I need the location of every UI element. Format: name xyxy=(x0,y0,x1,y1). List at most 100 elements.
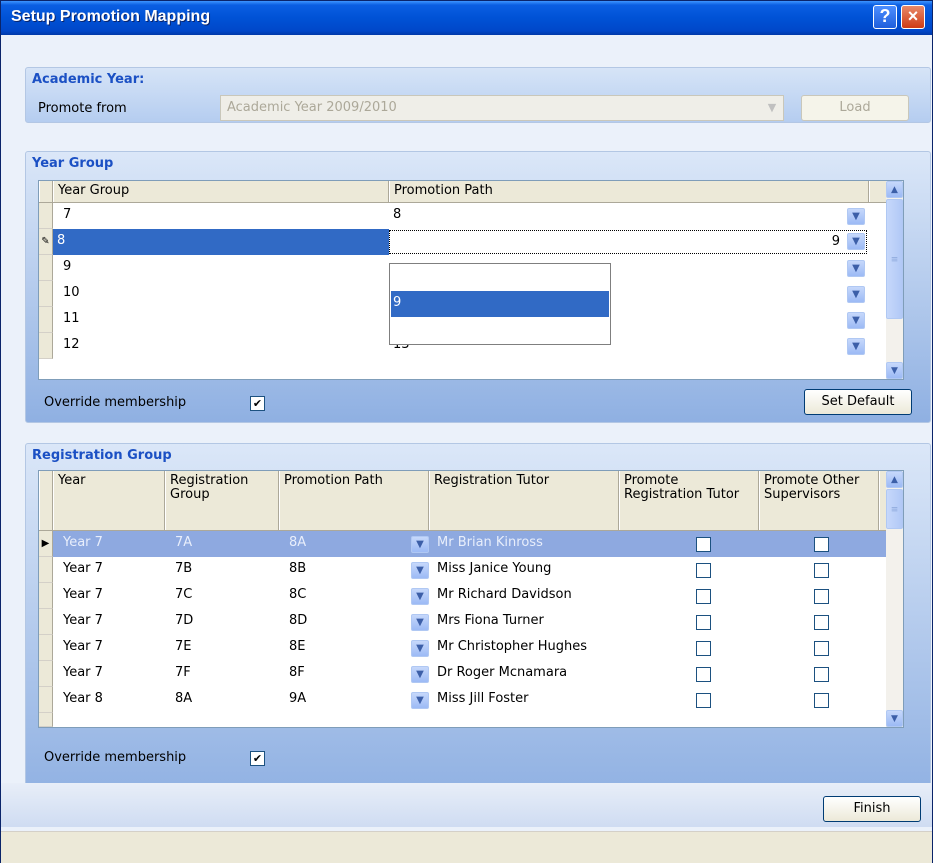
row-selector[interactable] xyxy=(39,635,53,661)
academic-year-panel: Academic Year: Promote from Academic Yea… xyxy=(25,67,931,123)
academic-year-select[interactable]: Academic Year 2009/2010 ▼ xyxy=(220,95,784,121)
promote-registration-tutor-checkbox[interactable] xyxy=(696,589,711,604)
dropdown-option[interactable] xyxy=(391,317,609,343)
column-header-promotion-path[interactable]: Promotion Path xyxy=(279,471,429,530)
row-selector[interactable] xyxy=(39,687,53,713)
promote-other-supervisors-checkbox[interactable] xyxy=(814,537,829,552)
chevron-down-icon[interactable]: ▼ xyxy=(847,208,865,225)
set-default-button[interactable]: Set Default xyxy=(804,389,912,415)
override-membership-checkbox[interactable]: ✔ xyxy=(250,751,265,766)
finish-button[interactable]: Finish xyxy=(823,796,921,822)
column-header-registration-group[interactable]: Registration Group xyxy=(165,471,279,530)
promote-other-supervisors-checkbox[interactable] xyxy=(814,641,829,656)
year-group-row[interactable]: 7 8 ▼ xyxy=(39,203,888,229)
scroll-up-icon[interactable]: ▲ xyxy=(886,181,903,198)
registration-row[interactable]: Year 8 8A 9A ▼ Miss Jill Foster xyxy=(39,687,888,713)
promote-registration-tutor-checkbox[interactable] xyxy=(696,615,711,630)
column-header-promote-registration-tutor[interactable]: Promote Registration Tutor xyxy=(619,471,759,530)
registration-group-scrollbar[interactable]: ▲ ≡ ▼ xyxy=(886,471,903,727)
scroll-thumb[interactable]: ≡ xyxy=(886,489,903,529)
registration-row[interactable]: Year 7 7D 8D ▼ Mrs Fiona Turner xyxy=(39,609,888,635)
promote-registration-tutor-checkbox[interactable] xyxy=(696,537,711,552)
scroll-down-icon[interactable]: ▼ xyxy=(886,710,903,727)
promote-other-supervisors-checkbox[interactable] xyxy=(814,615,829,630)
override-membership-checkbox[interactable]: ✔ xyxy=(250,396,265,411)
row-selector[interactable] xyxy=(39,583,53,609)
setup-promotion-mapping-dialog: Setup Promotion Mapping ? × Academic Yea… xyxy=(0,0,933,863)
row-selector[interactable] xyxy=(39,713,53,727)
promotion-path-cell[interactable]: 8 xyxy=(389,203,405,229)
close-button[interactable]: × xyxy=(901,5,925,29)
chevron-down-icon[interactable]: ▼ xyxy=(847,233,865,250)
year-group-row-selected[interactable]: ✎ 8 9 ▼ xyxy=(39,229,888,255)
year-cell: Year 7 xyxy=(63,613,103,628)
promote-registration-tutor-checkbox[interactable] xyxy=(696,693,711,708)
column-header-year-group[interactable]: Year Group xyxy=(53,181,389,202)
scroll-thumb[interactable]: ≡ xyxy=(886,199,903,319)
promote-registration-tutor-checkbox[interactable] xyxy=(696,641,711,656)
row-selector[interactable] xyxy=(39,281,53,307)
title-bar[interactable]: Setup Promotion Mapping ? × xyxy=(1,1,932,35)
edit-pencil-icon[interactable]: ✎ xyxy=(39,229,53,255)
chevron-down-icon[interactable]: ▼ xyxy=(763,99,781,117)
registration-row[interactable]: Year 7 7F 8F ▼ Dr Roger Mcnamara xyxy=(39,661,888,687)
current-row-arrow-icon[interactable]: ▶ xyxy=(39,531,53,557)
help-button[interactable]: ? xyxy=(873,5,897,29)
promote-registration-tutor-checkbox[interactable] xyxy=(696,667,711,682)
promote-registration-tutor-checkbox[interactable] xyxy=(696,563,711,578)
chevron-down-icon[interactable]: ▼ xyxy=(847,286,865,303)
promotion-path-value: 9 xyxy=(831,234,840,249)
registration-row-selected[interactable]: ▶ Year 7 7A 8A ▼ Mr Brian Kinross xyxy=(39,531,888,557)
load-button[interactable]: Load xyxy=(801,95,909,121)
promotion-path-cell[interactable]: 8F xyxy=(285,661,309,687)
promote-other-supervisors-checkbox[interactable] xyxy=(814,563,829,578)
promotion-path-cell[interactable]: 8E xyxy=(285,635,310,661)
registration-row[interactable]: Year 7 7C 8C ▼ Mr Richard Davidson xyxy=(39,583,888,609)
promotion-path-editor[interactable]: 9 xyxy=(389,230,867,254)
dialog-body: Academic Year: Promote from Academic Yea… xyxy=(1,35,932,863)
row-selector[interactable] xyxy=(39,557,53,583)
year-group-cell: 8 xyxy=(53,229,389,255)
scroll-down-icon[interactable]: ▼ xyxy=(886,362,903,379)
row-selector[interactable] xyxy=(39,333,53,359)
column-header-registration-tutor[interactable]: Registration Tutor xyxy=(429,471,619,530)
promotion-path-cell[interactable]: 8A xyxy=(285,531,310,557)
chevron-down-icon[interactable]: ▼ xyxy=(847,338,865,355)
registration-tutor-cell: Mr Richard Davidson xyxy=(437,587,572,602)
chevron-down-icon[interactable]: ▼ xyxy=(411,562,429,579)
registration-group-cell: 7B xyxy=(175,561,193,576)
chevron-down-icon[interactable]: ▼ xyxy=(411,614,429,631)
row-selector[interactable] xyxy=(39,255,53,281)
dropdown-option-selected[interactable]: 9 xyxy=(391,291,609,317)
chevron-down-icon[interactable]: ▼ xyxy=(847,260,865,277)
promotion-path-cell[interactable]: 9A xyxy=(285,687,310,713)
promote-other-supervisors-checkbox[interactable] xyxy=(814,589,829,604)
chevron-down-icon[interactable]: ▼ xyxy=(411,692,429,709)
row-selector[interactable] xyxy=(39,661,53,687)
registration-row-partial[interactable] xyxy=(39,713,888,727)
year-group-scrollbar[interactable]: ▲ ≡ ▼ xyxy=(886,181,903,379)
registration-row[interactable]: Year 7 7E 8E ▼ Mr Christopher Hughes xyxy=(39,635,888,661)
promotion-path-cell[interactable]: 8B xyxy=(285,557,310,583)
scroll-up-icon[interactable]: ▲ xyxy=(886,471,903,488)
column-header-promotion-path[interactable]: Promotion Path xyxy=(389,181,869,202)
row-selector[interactable] xyxy=(39,307,53,333)
chevron-down-icon[interactable]: ▼ xyxy=(847,312,865,329)
chevron-down-icon[interactable]: ▼ xyxy=(411,588,429,605)
chevron-down-icon[interactable]: ▼ xyxy=(411,666,429,683)
registration-tutor-cell: Mrs Fiona Turner xyxy=(437,613,544,628)
column-header-year[interactable]: Year xyxy=(53,471,165,530)
registration-row[interactable]: Year 7 7B 8B ▼ Miss Janice Young xyxy=(39,557,888,583)
chevron-down-icon[interactable]: ▼ xyxy=(411,536,429,553)
promotion-path-dropdown-list[interactable]: 9 xyxy=(389,263,611,345)
promotion-path-cell[interactable]: 8C xyxy=(285,583,310,609)
dropdown-option[interactable] xyxy=(391,265,609,291)
column-header-promote-other-supervisors[interactable]: Promote Other Supervisors xyxy=(759,471,879,530)
registration-tutor-cell: Dr Roger Mcnamara xyxy=(437,665,568,680)
chevron-down-icon[interactable]: ▼ xyxy=(411,640,429,657)
row-selector[interactable] xyxy=(39,609,53,635)
promotion-path-cell[interactable]: 8D xyxy=(285,609,311,635)
promote-other-supervisors-checkbox[interactable] xyxy=(814,667,829,682)
promote-other-supervisors-checkbox[interactable] xyxy=(814,693,829,708)
row-selector[interactable] xyxy=(39,203,53,229)
